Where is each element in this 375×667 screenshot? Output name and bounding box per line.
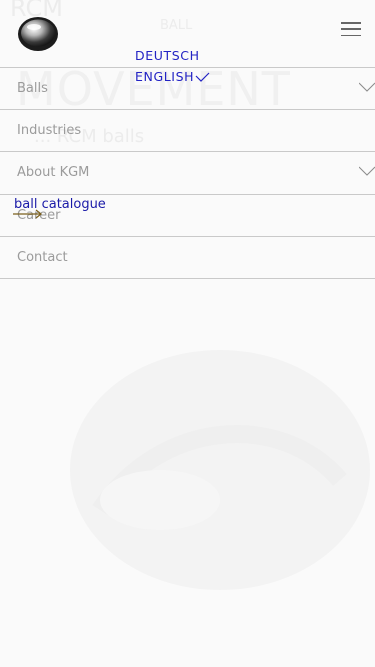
arrow-right-icon[interactable]	[13, 209, 43, 219]
menu-item-label: Contact	[17, 249, 68, 265]
menu-item-contact[interactable]: Contact	[0, 237, 375, 279]
checkmark-icon	[195, 72, 210, 82]
chevron-down-icon[interactable]	[359, 166, 375, 177]
language-option-english[interactable]: ENGLISH	[135, 66, 210, 87]
language-option-deutsch[interactable]: DEUTSCH	[135, 45, 210, 66]
language-label: ENGLISH	[135, 69, 195, 84]
menu-item-about-kgm[interactable]: About KGM	[0, 152, 375, 195]
hamburger-icon[interactable]	[341, 22, 361, 36]
language-label: DEUTSCH	[135, 48, 200, 63]
menu-item-label: Balls	[17, 81, 48, 97]
menu-item-label: Industries	[17, 123, 82, 139]
menu-item-label: About KGM	[17, 165, 90, 181]
hero-ball-image	[70, 350, 370, 590]
kgm-logo-icon[interactable]	[17, 16, 59, 52]
main-menu: Balls Industries About KGM Career Contac…	[0, 67, 375, 279]
language-switcher: DEUTSCH ENGLISH	[135, 45, 210, 87]
menu-item-industries[interactable]: Industries	[0, 110, 375, 153]
chevron-down-icon[interactable]	[359, 82, 375, 92]
